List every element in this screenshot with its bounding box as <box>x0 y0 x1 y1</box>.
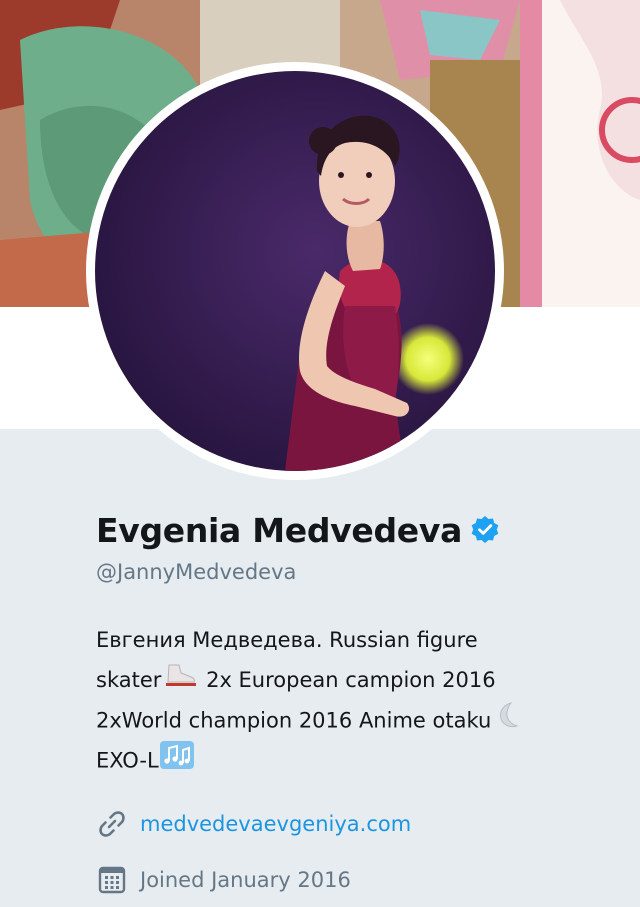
bio-text: 2x European campion 2016 <box>206 668 496 692</box>
link-icon <box>96 808 128 840</box>
profile-website-link[interactable]: medvedevaevgeniya.com <box>140 812 411 836</box>
avatar-photo <box>95 71 495 471</box>
bio-line: EXO-L <box>96 740 616 780</box>
bio-line: 2xWorld champion 2016 Anime otaku <box>96 700 616 740</box>
crescent-moon-icon <box>491 700 525 743</box>
bio-line: skater 2x European campion 2016 <box>96 660 616 700</box>
display-name[interactable]: Evgenia Medvedeva <box>96 511 462 550</box>
bio-text: skater <box>96 668 162 692</box>
bio-text: Евгения Медведева. Russian figure <box>96 628 478 652</box>
profile-joined-row: Joined January 2016 <box>96 864 351 896</box>
calendar-icon <box>96 864 128 896</box>
ice-skate-icon <box>161 661 199 702</box>
profile-name-row: Evgenia Medvedeva <box>96 508 500 552</box>
bio-line: Евгения Медведева. Russian figure <box>96 620 616 660</box>
profile-website-row: medvedevaevgeniya.com <box>96 808 411 840</box>
bio-text: EXO-L <box>96 748 159 773</box>
profile-bio: Евгения Медведева. Russian figure skater… <box>96 620 616 780</box>
verified-badge-icon <box>470 515 500 545</box>
musical-notes-icon <box>159 740 195 783</box>
profile-joined-date: Joined January 2016 <box>140 868 351 892</box>
profile-handle[interactable]: @JannyMedvedeva <box>96 560 296 584</box>
bio-text: 2xWorld champion 2016 Anime otaku <box>96 708 492 733</box>
profile-avatar[interactable] <box>86 62 504 480</box>
